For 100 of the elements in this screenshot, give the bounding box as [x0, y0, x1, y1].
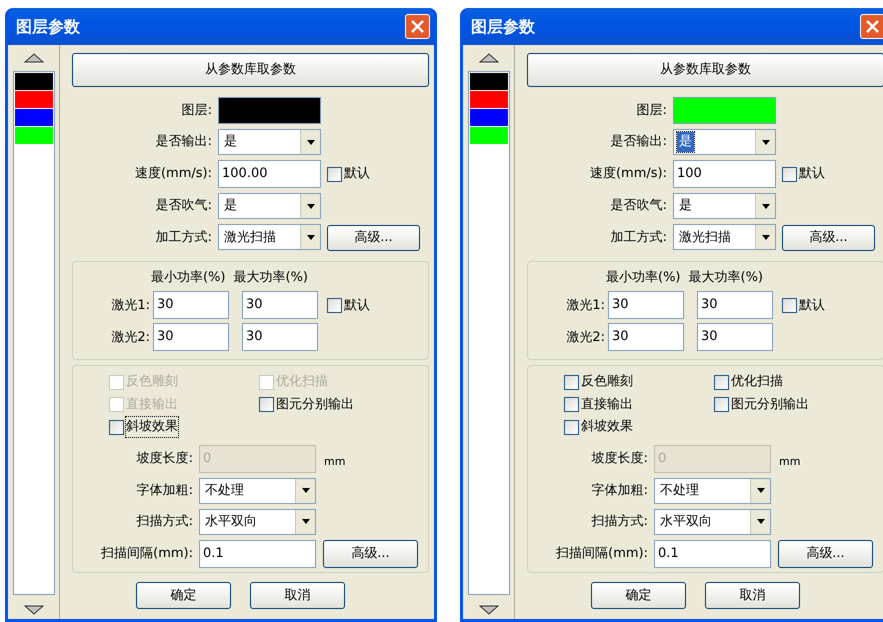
checkbox-label: 直接输出 — [581, 396, 633, 414]
dropdown-arrow-icon — [302, 519, 310, 524]
checkbox[interactable] — [564, 397, 579, 412]
checkbox[interactable] — [564, 420, 579, 434]
load-from-library-button[interactable]: 从参数库取参数 — [527, 53, 883, 87]
scroll-up-icon[interactable] — [24, 53, 44, 63]
checkbox-label: 默认 — [799, 165, 825, 184]
checkbox-label: 反色雕刻 — [581, 373, 633, 392]
dropdown[interactable]: 不处理 — [654, 478, 771, 504]
checkbox[interactable] — [259, 397, 274, 412]
close-button[interactable] — [405, 14, 430, 39]
layer-color-swatch[interactable] — [14, 127, 52, 144]
field-label: 扫描方式: — [136, 513, 194, 531]
dropdown-value: 激光扫描 — [678, 228, 732, 247]
scroll-down-icon[interactable] — [24, 605, 44, 615]
input-field[interactable]: 30 — [697, 291, 773, 320]
field-label: 扫描方式: — [590, 513, 649, 531]
dropdown-value: 不处理 — [204, 482, 245, 500]
input-field[interactable]: 30 — [697, 323, 773, 352]
checkbox[interactable] — [782, 298, 797, 313]
checkbox[interactable] — [109, 420, 124, 434]
checkbox[interactable] — [327, 298, 342, 313]
column-heading: 最大功率(%) — [688, 268, 763, 287]
checkbox-label: 图元分别输出 — [731, 396, 809, 414]
dropdown-arrow-icon — [762, 204, 770, 208]
checkbox-label: 反色雕刻 — [126, 373, 178, 392]
dropdown-arrow-icon — [756, 519, 764, 524]
load-from-library-button[interactable]: 从参数库取参数 — [72, 53, 429, 87]
column-heading: 最小功率(%) — [151, 268, 226, 287]
dropdown-arrow-icon — [762, 140, 770, 144]
input-field[interactable]: 100 — [673, 160, 776, 188]
layer-color-swatch[interactable] — [470, 91, 508, 108]
checkbox-label: 图元分别输出 — [276, 396, 354, 414]
dropdown-value: 水平双向 — [204, 513, 258, 531]
dropdown-arrow-icon — [756, 488, 764, 494]
dropdown[interactable]: 是 — [218, 193, 321, 219]
close-button[interactable] — [860, 14, 883, 39]
field-label: 激光2: — [110, 328, 151, 346]
input-field[interactable]: 30 — [153, 291, 229, 320]
dialog-button[interactable]: 取消 — [250, 582, 345, 609]
layer-color-swatch[interactable] — [14, 109, 52, 126]
column-heading: 最小功率(%) — [606, 268, 680, 287]
input-field[interactable]: 100.00 — [218, 160, 321, 188]
dropdown[interactable]: 激光扫描 — [218, 224, 321, 250]
dropdown-value: 水平双向 — [659, 513, 713, 531]
input-field[interactable]: 30 — [608, 291, 684, 320]
unit-label: mm — [779, 454, 800, 470]
checkbox[interactable] — [714, 397, 729, 412]
layer-color-swatch[interactable] — [14, 91, 52, 108]
field-label: 是否输出: — [154, 133, 213, 152]
field-label: 激光1: — [565, 296, 606, 314]
field-label: 是否吹气: — [610, 197, 668, 216]
advanced-button[interactable]: 高级... — [323, 540, 418, 568]
dropdown-value: 是 — [678, 197, 693, 216]
dropdown-value: 不处理 — [659, 482, 700, 500]
field-label: 加工方式: — [610, 228, 668, 247]
dropdown-value: 是 — [223, 133, 238, 152]
checkbox-label: 斜坡效果 — [581, 418, 633, 436]
input-field[interactable]: 30 — [242, 323, 318, 352]
advanced-button[interactable]: 高级... — [778, 540, 873, 568]
checkbox-label: 默认 — [799, 296, 825, 314]
dialog-button[interactable]: 确定 — [591, 582, 686, 609]
dropdown-value: 是 — [223, 197, 238, 216]
dialog-button[interactable]: 确定 — [136, 582, 231, 609]
checkbox-label: 优化扫描 — [276, 373, 328, 392]
unit-label: mm — [324, 454, 346, 470]
dropdown[interactable]: 水平双向 — [199, 508, 316, 535]
layer-color-swatch[interactable] — [470, 73, 508, 90]
dialog-button[interactable]: 取消 — [705, 582, 800, 609]
layer-color-swatch[interactable] — [14, 73, 52, 90]
checkbox-label: 斜坡效果 — [126, 417, 178, 437]
dropdown[interactable]: 激光扫描 — [673, 224, 776, 250]
field-label: 图层: — [636, 102, 668, 120]
dropdown[interactable]: 是 — [673, 193, 776, 219]
dropdown[interactable]: 不处理 — [199, 478, 316, 504]
input-field[interactable]: 30 — [242, 291, 318, 320]
layer-color-swatch[interactable] — [470, 109, 508, 126]
input-field[interactable]: 0.1 — [199, 540, 316, 568]
checkbox[interactable] — [327, 166, 342, 182]
field-label: 字体加粗: — [590, 482, 649, 500]
field-label: 是否吹气: — [154, 197, 213, 216]
input-field[interactable]: 30 — [608, 323, 684, 352]
checkbox[interactable] — [714, 374, 729, 390]
advanced-button[interactable]: 高级... — [782, 224, 875, 251]
input-field[interactable]: 30 — [153, 323, 229, 352]
checkbox[interactable] — [564, 374, 579, 390]
dropdown[interactable]: 是 — [673, 129, 776, 155]
scroll-down-icon[interactable] — [478, 605, 498, 615]
dropdown-arrow-icon — [306, 204, 314, 208]
checkbox-label: 优化扫描 — [731, 373, 783, 392]
layer-color-swatch[interactable] — [470, 127, 508, 144]
checkbox-label: 直接输出 — [126, 396, 178, 414]
dropdown[interactable]: 水平双向 — [654, 508, 771, 535]
scroll-up-icon[interactable] — [478, 53, 498, 63]
field-label: 速度(mm/s): — [134, 165, 213, 184]
input-field[interactable]: 0.1 — [654, 540, 771, 568]
close-icon — [411, 20, 424, 33]
checkbox[interactable] — [782, 166, 797, 182]
advanced-button[interactable]: 高级... — [327, 224, 420, 251]
dropdown[interactable]: 是 — [218, 129, 321, 155]
